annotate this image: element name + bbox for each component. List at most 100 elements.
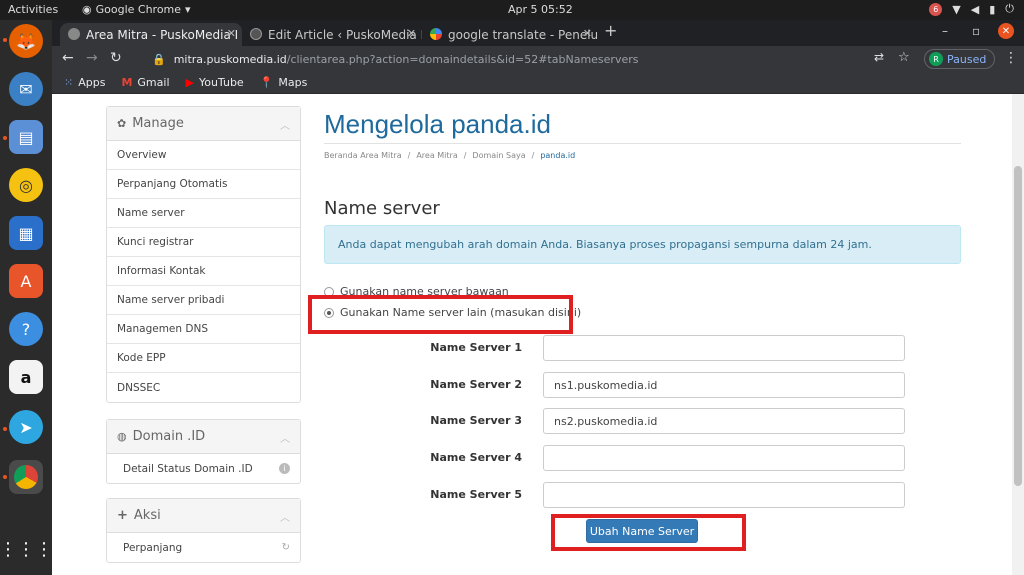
ns1-input[interactable] xyxy=(543,335,905,361)
wifi-icon: ▼ xyxy=(952,2,961,16)
software-icon[interactable]: A xyxy=(9,264,43,298)
page-title: Mengelola panda.id xyxy=(324,109,551,139)
maximize-button[interactable]: ▫ xyxy=(972,24,980,38)
domain-id-panel-header[interactable]: ◍ Domain .ID ︿ xyxy=(107,420,300,454)
refresh-icon: ↻ xyxy=(281,542,290,553)
volume-icon: ◀ xyxy=(970,2,980,16)
info-icon: i xyxy=(279,463,290,474)
actions-panel: + Aksi ︿ Perpanjang ↻ xyxy=(106,498,301,563)
bookmark-apps[interactable]: ⁙ Apps xyxy=(64,76,105,89)
tab-edit-article[interactable]: Edit Article ‹ PuskoMedia I ✕ xyxy=(242,23,422,46)
notification-badge[interactable]: 6 xyxy=(929,2,943,16)
tab-label: Area Mitra - PuskoMedia I xyxy=(86,27,239,42)
help-icon[interactable]: ? xyxy=(9,312,43,346)
app-grid-icon[interactable]: ⋮⋮⋮ xyxy=(0,532,53,566)
activities-button[interactable]: Activities xyxy=(8,3,58,16)
sidebar-item-overview[interactable]: Overview xyxy=(107,141,300,170)
globe-icon xyxy=(68,28,80,40)
system-top-bar: Activities ◉ Google Chrome ▾ Apr 5 05:52… xyxy=(0,0,1024,20)
files-icon[interactable]: ▤ xyxy=(9,120,43,154)
ns5-input[interactable] xyxy=(543,482,905,508)
ns3-label: Name Server 3 xyxy=(430,414,522,427)
sidebar-item-label: Perpanjang xyxy=(123,541,183,554)
plus-icon: + xyxy=(117,508,128,523)
back-button[interactable]: ← xyxy=(62,50,74,66)
system-tray[interactable]: 6 ▼ ◀ ▮ ⏻ xyxy=(929,2,1014,16)
address-bar[interactable]: 🔒 mitra.puskomedia.id/clientarea.php?act… xyxy=(144,48,952,70)
gmail-icon: M xyxy=(121,76,133,89)
tab-google-translate[interactable]: google translate - Penelus ✕ xyxy=(422,23,598,46)
bookmark-maps[interactable]: 📍 Maps xyxy=(260,76,308,89)
chrome-icon: ◉ xyxy=(82,3,92,16)
menu-icon[interactable]: ⋮ xyxy=(1004,50,1018,66)
page-scrollbar[interactable] xyxy=(1012,94,1024,575)
chrome-dock-icon[interactable] xyxy=(9,460,43,494)
sidebar-item-domain-status[interactable]: Detail Status Domain .ID i xyxy=(107,454,300,483)
sidebar-item-epp[interactable]: Kode EPP xyxy=(107,344,300,373)
ns4-input[interactable] xyxy=(543,445,905,471)
star-icon[interactable]: ☆ xyxy=(898,50,910,65)
thunderbird-icon[interactable]: ✉ xyxy=(9,72,43,106)
tab-label: Edit Article ‹ PuskoMedia I xyxy=(268,27,422,42)
ns5-label: Name Server 5 xyxy=(430,488,522,501)
navigation-bar: ← → ↻ 🔒 mitra.puskomedia.id/clientarea.p… xyxy=(52,46,1024,72)
writer-icon[interactable]: ▦ xyxy=(9,216,43,250)
dock: 🦊 ✉ ▤ ◎ ▦ A ? a ➤ ⋮⋮⋮ xyxy=(0,20,53,575)
power-icon: ⏻ xyxy=(1005,2,1014,15)
ns2-input[interactable] xyxy=(543,372,905,398)
sidebar-item-contact-info[interactable]: Informasi Kontak xyxy=(107,257,300,286)
highlight-box xyxy=(308,295,573,334)
domain-id-panel: ◍ Domain .ID ︿ Detail Status Domain .ID … xyxy=(106,419,301,484)
bookmark-gmail[interactable]: M Gmail xyxy=(121,76,169,89)
sidebar-item-label: Detail Status Domain .ID xyxy=(123,462,253,475)
sidebar-item-auto-renew[interactable]: Perpanjang Otomatis xyxy=(107,170,300,199)
close-icon[interactable]: ✕ xyxy=(227,27,236,40)
tab-label: google translate - Penelus xyxy=(448,27,598,42)
info-alert: Anda dapat mengubah arah domain Anda. Bi… xyxy=(324,225,961,264)
sidebar-item-registrar-lock[interactable]: Kunci registrar xyxy=(107,228,300,257)
manage-panel-header[interactable]: ✿ Manage ︿ xyxy=(107,107,300,141)
new-tab-button[interactable]: + xyxy=(604,21,617,40)
breadcrumb-current: panda.id xyxy=(540,151,576,160)
scrollbar-thumb[interactable] xyxy=(1014,166,1022,486)
battery-icon: ▮ xyxy=(989,2,996,16)
lock-icon: 🔒 xyxy=(152,52,166,66)
ns3-input[interactable] xyxy=(543,408,905,434)
info-alert-text: Anda dapat mengubah arah domain Anda. Bi… xyxy=(338,238,872,251)
reload-button[interactable]: ↻ xyxy=(110,50,122,66)
youtube-icon: ▶ xyxy=(185,76,194,89)
telegram-icon[interactable]: ➤ xyxy=(9,410,43,444)
actions-panel-header[interactable]: + Aksi ︿ xyxy=(107,499,300,533)
breadcrumb-item[interactable]: Domain Saya xyxy=(472,151,525,160)
ns1-label: Name Server 1 xyxy=(430,341,522,354)
wordpress-icon xyxy=(250,28,262,40)
firefox-icon[interactable]: 🦊 xyxy=(9,24,43,58)
amazon-icon[interactable]: a xyxy=(9,360,43,394)
globe-icon: ◍ xyxy=(117,430,127,443)
close-icon[interactable]: ✕ xyxy=(583,27,592,40)
app-menu-label: Google Chrome xyxy=(95,3,182,16)
minimize-button[interactable]: – xyxy=(942,24,948,38)
panel-title: Manage xyxy=(132,116,184,131)
app-menu[interactable]: ◉ Google Chrome ▾ xyxy=(82,3,191,16)
close-icon[interactable]: ✕ xyxy=(407,27,416,40)
forward-button[interactable]: → xyxy=(86,50,98,66)
sidebar-item-private-ns[interactable]: Name server pribadi xyxy=(107,286,300,315)
breadcrumb-item[interactable]: Beranda Area Mitra xyxy=(324,151,402,160)
sidebar-item-dns[interactable]: Managemen DNS xyxy=(107,315,300,344)
translate-icon[interactable]: ⇄ xyxy=(874,50,884,64)
avatar: R xyxy=(929,52,943,66)
sidebar-item-nameservers[interactable]: Name server xyxy=(107,199,300,228)
manage-panel: ✿ Manage ︿ Overview Perpanjang Otomatis … xyxy=(106,106,301,403)
chevron-up-icon: ︿ xyxy=(280,434,290,445)
profile-button[interactable]: R Paused xyxy=(924,49,996,69)
breadcrumb-item[interactable]: Area Mitra xyxy=(416,151,457,160)
window-close-button[interactable]: ✕ xyxy=(998,23,1014,39)
tab-area-mitra[interactable]: Area Mitra - PuskoMedia I ✕ xyxy=(60,23,242,46)
clock[interactable]: Apr 5 05:52 xyxy=(508,3,573,16)
bookmark-label: YouTube xyxy=(198,76,244,89)
sidebar-item-dnssec[interactable]: DNSSEC xyxy=(107,373,300,402)
sidebar-item-renew[interactable]: Perpanjang ↻ xyxy=(107,533,300,562)
rhythmbox-icon[interactable]: ◎ xyxy=(9,168,43,202)
bookmark-youtube[interactable]: ▶ YouTube xyxy=(186,76,244,89)
